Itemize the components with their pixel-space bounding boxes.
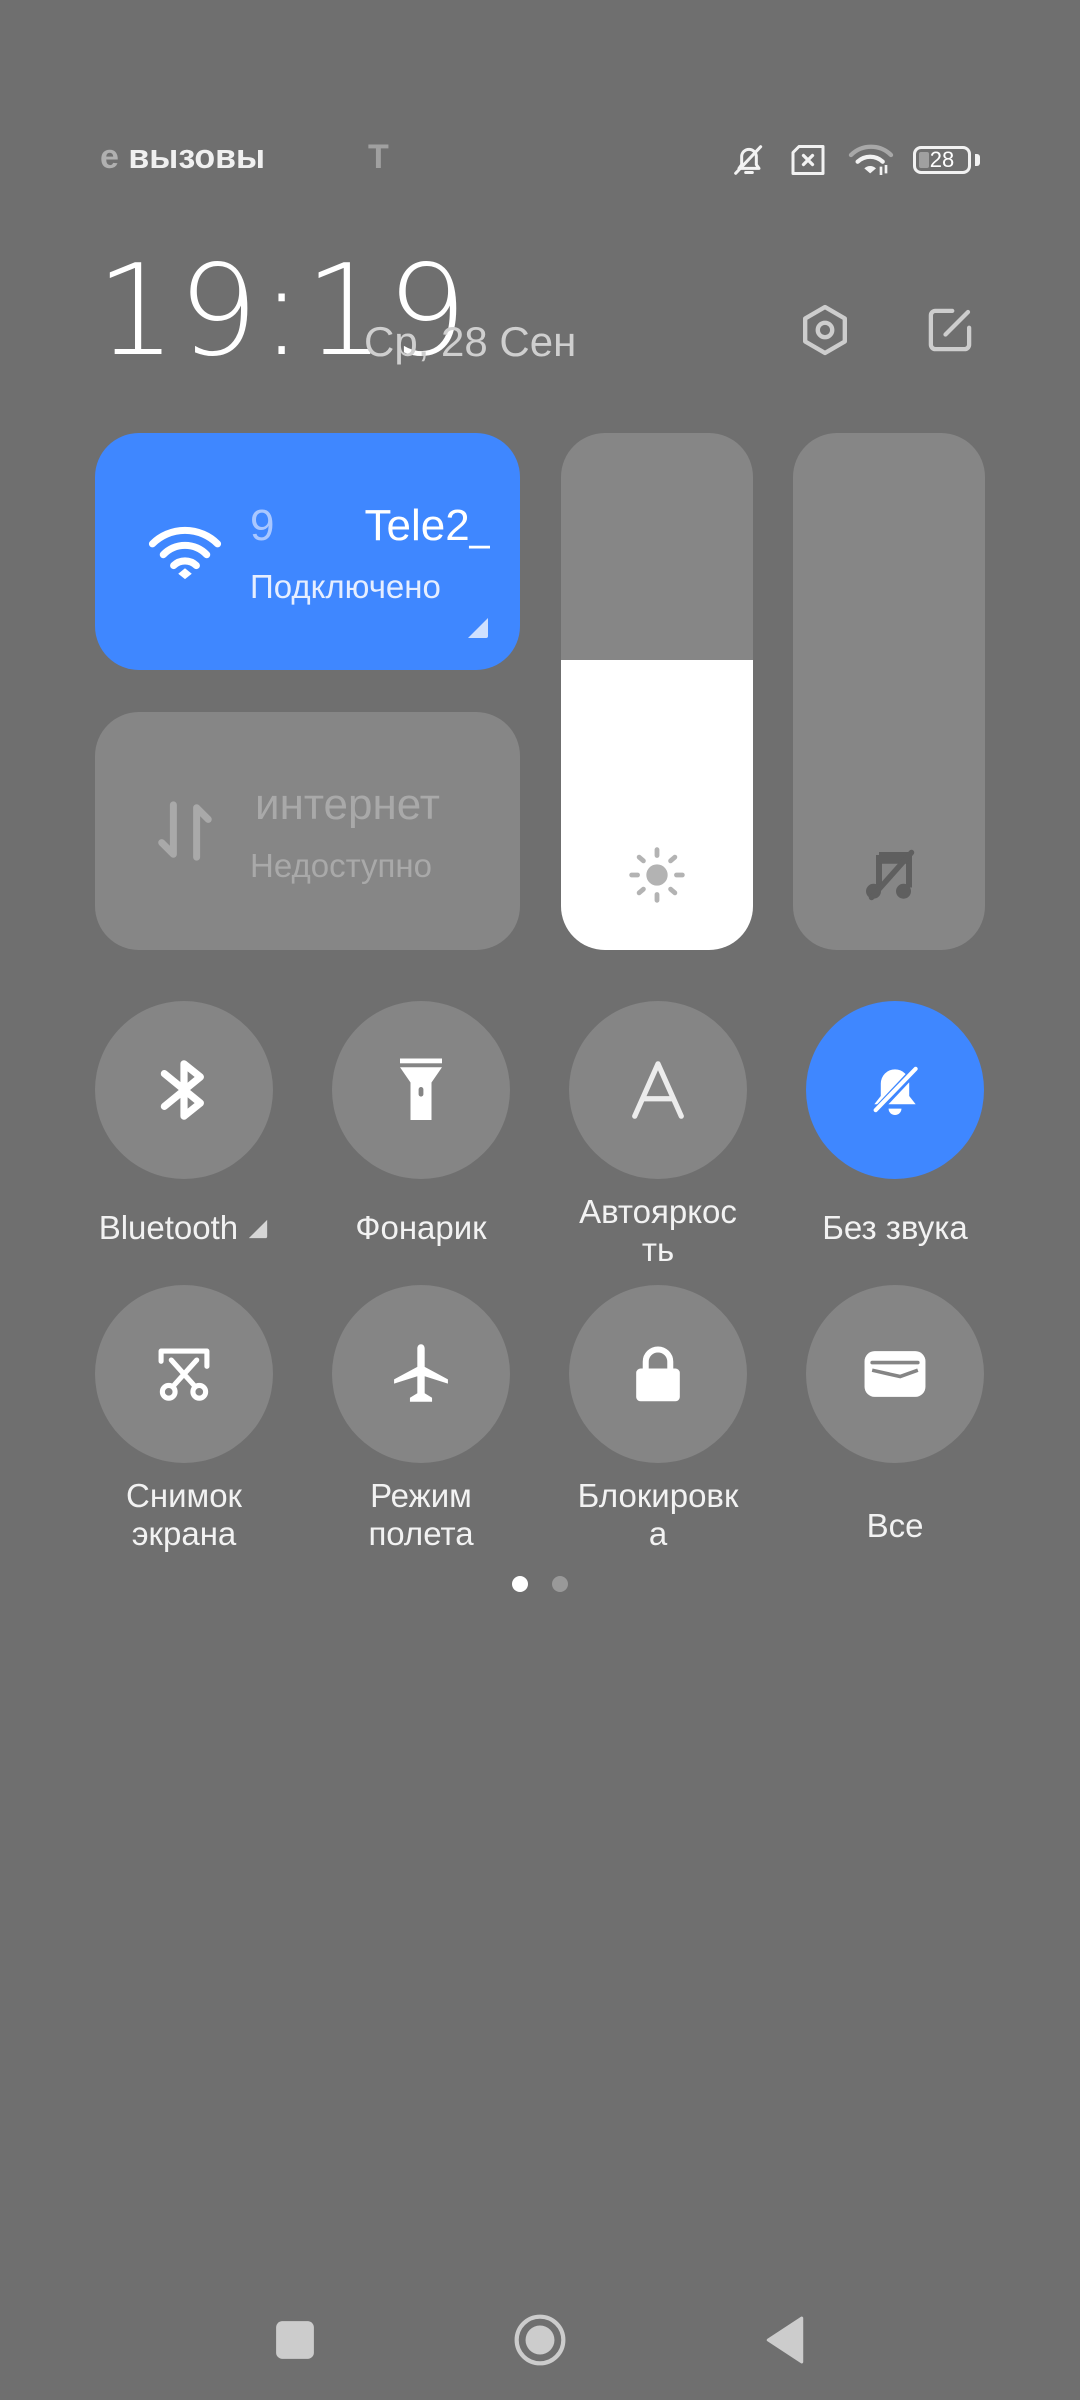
battery-icon: 28 bbox=[913, 146, 971, 174]
status-text-fade: е bbox=[100, 138, 119, 176]
mobile-data-status: Недоступно bbox=[250, 847, 432, 884]
label-line: Режим bbox=[370, 1477, 472, 1514]
airplane-icon bbox=[394, 1344, 448, 1402]
status-icons: 28 bbox=[729, 138, 980, 182]
flashlight-button[interactable] bbox=[332, 1001, 510, 1179]
wifi-tile[interactable]: 9 Tele2_ Подключено bbox=[95, 433, 520, 670]
label-line: ть bbox=[641, 1231, 675, 1268]
toggle-airplane[interactable]: Режим полета bbox=[303, 1285, 539, 1553]
toggle-bluetooth[interactable]: Bluetooth bbox=[66, 1001, 302, 1247]
flashlight-icon bbox=[400, 1058, 442, 1120]
wifi-tile-icon bbox=[145, 512, 225, 592]
label-line: Автояркос bbox=[579, 1193, 737, 1230]
brightness-slider[interactable] bbox=[561, 433, 753, 950]
bluetooth-label: Bluetooth bbox=[98, 1209, 239, 1246]
label-line: полета bbox=[368, 1515, 474, 1552]
label-line: Блокировк bbox=[577, 1477, 739, 1514]
status-bar-notification-text: е вызовы bbox=[100, 138, 265, 177]
toggle-flashlight[interactable]: Фонарик bbox=[303, 1001, 539, 1247]
expand-corner-icon[interactable] bbox=[466, 616, 490, 640]
recents-button[interactable] bbox=[255, 2300, 335, 2380]
bell-muted-icon bbox=[871, 1065, 920, 1117]
lock-button[interactable] bbox=[569, 1285, 747, 1463]
bluetooth-icon bbox=[160, 1060, 204, 1120]
airplane-label: Режим полета bbox=[303, 1477, 539, 1553]
silent-button[interactable] bbox=[806, 1001, 984, 1179]
wallet-button[interactable] bbox=[806, 1285, 984, 1463]
page-dot-active[interactable] bbox=[512, 1576, 528, 1592]
settings-hex-icon bbox=[803, 304, 847, 356]
airplane-button[interactable] bbox=[332, 1285, 510, 1463]
wallet-icon bbox=[864, 1351, 926, 1397]
date[interactable]: Ср, 28 Сен bbox=[364, 318, 576, 366]
wifi-status: Подключено bbox=[250, 568, 441, 605]
wifi-name: Tele2_ bbox=[364, 501, 490, 550]
auto-brightness-button[interactable] bbox=[569, 1001, 747, 1179]
toggle-screenshot[interactable]: Снимок экрана bbox=[66, 1285, 302, 1553]
toggle-label: Bluetooth bbox=[66, 1209, 302, 1247]
lock-label: Блокировк а bbox=[540, 1477, 776, 1553]
toggle-silent[interactable]: Без звука bbox=[777, 1001, 1013, 1247]
label-line: экрана bbox=[131, 1515, 237, 1552]
auto-brightness-icon bbox=[632, 1061, 684, 1119]
screenshot-icon bbox=[158, 1348, 210, 1401]
page-dot[interactable] bbox=[552, 1576, 568, 1592]
wallet-label: Все bbox=[866, 1507, 924, 1544]
bluetooth-button[interactable] bbox=[95, 1001, 273, 1179]
lock-icon bbox=[636, 1346, 680, 1402]
battery-level: 28 bbox=[929, 147, 955, 172]
volume-slider-icon bbox=[854, 840, 924, 910]
status-text: вызовы bbox=[128, 138, 266, 176]
back-icon bbox=[766, 2316, 804, 2364]
label-line: а bbox=[648, 1515, 668, 1552]
bell-muted-icon bbox=[734, 145, 763, 175]
screenshot-label: Снимок экрана bbox=[66, 1477, 302, 1553]
flashlight-label: Фонарик bbox=[355, 1209, 487, 1246]
mobile-data-title: интернет bbox=[255, 780, 440, 829]
toggle-wallet[interactable]: Все bbox=[777, 1285, 1013, 1545]
toggle-auto-brightness[interactable]: Автояркос ть bbox=[540, 1001, 776, 1269]
sun-icon bbox=[629, 847, 685, 903]
battery-tip bbox=[975, 154, 980, 166]
data-arrows-icon bbox=[158, 801, 212, 861]
volume-slider[interactable] bbox=[793, 433, 985, 950]
mobile-data-tile-icon bbox=[145, 791, 225, 871]
expand-corner-icon[interactable] bbox=[247, 1218, 269, 1240]
silent-label: Без звука bbox=[822, 1209, 968, 1246]
carrier-name: Т bbox=[368, 138, 389, 176]
toggle-lock[interactable]: Блокировк а bbox=[540, 1285, 776, 1553]
wifi-name-prefix: 9 bbox=[250, 501, 275, 550]
recents-icon bbox=[276, 2321, 314, 2359]
no-sim-icon bbox=[791, 145, 825, 175]
auto-brightness-label: Автояркос ть bbox=[540, 1193, 776, 1269]
wifi-icon bbox=[848, 144, 894, 175]
home-icon bbox=[514, 2314, 566, 2366]
brightness-slider-icon bbox=[622, 840, 692, 910]
mobile-data-tile[interactable]: интернет Недоступно bbox=[95, 712, 520, 950]
screenshot-button[interactable] bbox=[95, 1285, 273, 1463]
settings-button[interactable] bbox=[790, 295, 860, 365]
label-line: Снимок bbox=[126, 1477, 242, 1514]
page-indicator bbox=[0, 1576, 1080, 1592]
edit-button[interactable] bbox=[915, 295, 985, 365]
music-muted-icon bbox=[866, 849, 915, 901]
wifi-network-name: 9 Tele2_ bbox=[250, 501, 490, 551]
back-button[interactable] bbox=[745, 2300, 825, 2380]
edit-icon bbox=[928, 308, 972, 352]
home-button[interactable] bbox=[500, 2300, 580, 2380]
wifi-icon bbox=[148, 526, 222, 579]
